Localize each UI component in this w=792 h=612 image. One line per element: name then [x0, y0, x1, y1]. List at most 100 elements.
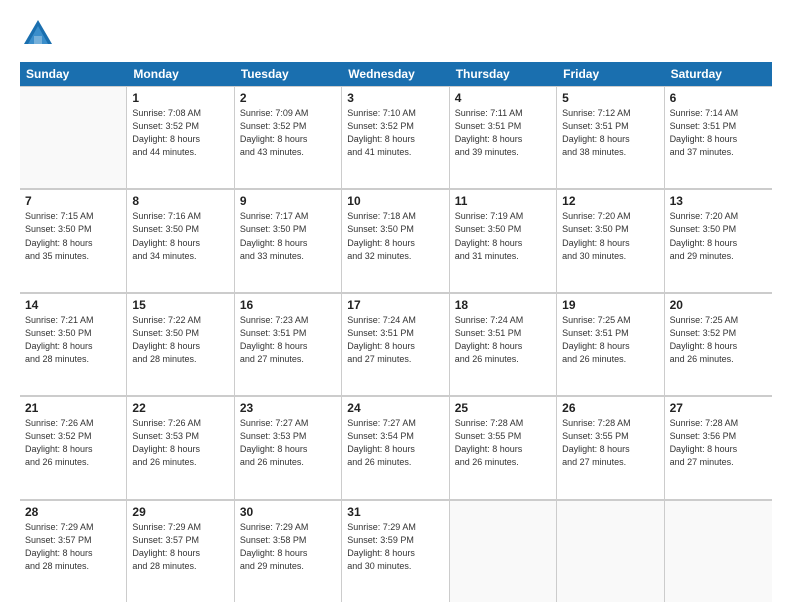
calendar-cell: 29 Sunrise: 7:29 AMSunset: 3:57 PMDayligh… — [127, 500, 234, 602]
day-number: 18 — [455, 298, 551, 312]
calendar-cell: 21 Sunrise: 7:26 AMSunset: 3:52 PMDayligh… — [20, 396, 127, 498]
day-number: 7 — [25, 194, 121, 208]
calendar-cell: 18 Sunrise: 7:24 AMSunset: 3:51 PMDayligh… — [450, 293, 557, 395]
calendar: SundayMondayTuesdayWednesdayThursdayFrid… — [20, 62, 772, 602]
day-content: Sunrise: 7:21 AMSunset: 3:50 PMDaylight:… — [25, 314, 121, 366]
day-number: 27 — [670, 401, 767, 415]
day-content: Sunrise: 7:16 AMSunset: 3:50 PMDaylight:… — [132, 210, 228, 262]
day-content: Sunrise: 7:23 AMSunset: 3:51 PMDaylight:… — [240, 314, 336, 366]
day-content: Sunrise: 7:28 AMSunset: 3:56 PMDaylight:… — [670, 417, 767, 469]
header-day-tuesday: Tuesday — [235, 62, 342, 86]
day-content: Sunrise: 7:25 AMSunset: 3:51 PMDaylight:… — [562, 314, 658, 366]
day-number: 11 — [455, 194, 551, 208]
day-content: Sunrise: 7:22 AMSunset: 3:50 PMDaylight:… — [132, 314, 228, 366]
day-content: Sunrise: 7:17 AMSunset: 3:50 PMDaylight:… — [240, 210, 336, 262]
day-content: Sunrise: 7:27 AMSunset: 3:54 PMDaylight:… — [347, 417, 443, 469]
day-number: 10 — [347, 194, 443, 208]
calendar-cell: 13 Sunrise: 7:20 AMSunset: 3:50 PMDayligh… — [665, 189, 772, 291]
day-number: 8 — [132, 194, 228, 208]
day-number: 2 — [240, 91, 336, 105]
day-number: 3 — [347, 91, 443, 105]
day-number: 22 — [132, 401, 228, 415]
header-day-thursday: Thursday — [450, 62, 557, 86]
header-day-sunday: Sunday — [20, 62, 127, 86]
calendar-cell: 7 Sunrise: 7:15 AMSunset: 3:50 PMDaylight… — [20, 189, 127, 291]
calendar-header: SundayMondayTuesdayWednesdayThursdayFrid… — [20, 62, 772, 86]
day-number: 20 — [670, 298, 767, 312]
calendar-cell: 12 Sunrise: 7:20 AMSunset: 3:50 PMDayligh… — [557, 189, 664, 291]
day-content: Sunrise: 7:26 AMSunset: 3:52 PMDaylight:… — [25, 417, 121, 469]
day-number: 14 — [25, 298, 121, 312]
calendar-row-4: 28Sunrise: 7:29 AMSunset: 3:57 PMDayligh… — [20, 500, 772, 602]
calendar-cell: 1Sunrise: 7:08 AMSunset: 3:52 PMDaylight… — [127, 86, 234, 188]
day-content: Sunrise: 7:20 AMSunset: 3:50 PMDaylight:… — [562, 210, 658, 262]
day-number: 15 — [132, 298, 228, 312]
calendar-cell: 10Sunrise: 7:18 AMSunset: 3:50 PMDayligh… — [342, 189, 449, 291]
calendar-cell: 9 Sunrise: 7:17 AMSunset: 3:50 PMDaylight… — [235, 189, 342, 291]
day-content: Sunrise: 7:28 AMSunset: 3:55 PMDaylight:… — [455, 417, 551, 469]
calendar-body: 1Sunrise: 7:08 AMSunset: 3:52 PMDaylight… — [20, 86, 772, 602]
day-content: Sunrise: 7:29 AMSunset: 3:57 PMDaylight:… — [132, 521, 228, 573]
header-day-saturday: Saturday — [665, 62, 772, 86]
day-number: 4 — [455, 91, 551, 105]
calendar-cell: 23Sunrise: 7:27 AMSunset: 3:53 PMDayligh… — [235, 396, 342, 498]
calendar-cell: 30 Sunrise: 7:29 AMSunset: 3:58 PMDayligh… — [235, 500, 342, 602]
calendar-row-2: 14 Sunrise: 7:21 AMSunset: 3:50 PMDayligh… — [20, 293, 772, 396]
calendar-cell: 11Sunrise: 7:19 AMSunset: 3:50 PMDayligh… — [450, 189, 557, 291]
calendar-cell: 4 Sunrise: 7:11 AMSunset: 3:51 PMDaylight… — [450, 86, 557, 188]
calendar-cell: 22Sunrise: 7:26 AMSunset: 3:53 PMDayligh… — [127, 396, 234, 498]
day-number: 13 — [670, 194, 767, 208]
header-day-monday: Monday — [127, 62, 234, 86]
calendar-cell: 16Sunrise: 7:23 AMSunset: 3:51 PMDayligh… — [235, 293, 342, 395]
day-number: 24 — [347, 401, 443, 415]
page: SundayMondayTuesdayWednesdayThursdayFrid… — [0, 0, 792, 612]
day-number: 19 — [562, 298, 658, 312]
day-number: 5 — [562, 91, 658, 105]
calendar-cell: 19 Sunrise: 7:25 AMSunset: 3:51 PMDayligh… — [557, 293, 664, 395]
day-content: Sunrise: 7:29 AMSunset: 3:57 PMDaylight:… — [25, 521, 121, 573]
calendar-row-0: 1Sunrise: 7:08 AMSunset: 3:52 PMDaylight… — [20, 86, 772, 189]
day-content: Sunrise: 7:24 AMSunset: 3:51 PMDaylight:… — [455, 314, 551, 366]
day-content: Sunrise: 7:14 AMSunset: 3:51 PMDaylight:… — [670, 107, 767, 159]
day-number: 21 — [25, 401, 121, 415]
calendar-cell: 27 Sunrise: 7:28 AMSunset: 3:56 PMDayligh… — [665, 396, 772, 498]
day-content: Sunrise: 7:09 AMSunset: 3:52 PMDaylight:… — [240, 107, 336, 159]
calendar-cell: 20Sunrise: 7:25 AMSunset: 3:52 PMDayligh… — [665, 293, 772, 395]
logo-icon — [20, 16, 56, 52]
calendar-cell: 3 Sunrise: 7:10 AMSunset: 3:52 PMDaylight… — [342, 86, 449, 188]
calendar-cell: 14 Sunrise: 7:21 AMSunset: 3:50 PMDayligh… — [20, 293, 127, 395]
calendar-row-3: 21 Sunrise: 7:26 AMSunset: 3:52 PMDayligh… — [20, 396, 772, 499]
day-content: Sunrise: 7:11 AMSunset: 3:51 PMDaylight:… — [455, 107, 551, 159]
header-day-friday: Friday — [557, 62, 664, 86]
day-content: Sunrise: 7:15 AMSunset: 3:50 PMDaylight:… — [25, 210, 121, 262]
calendar-cell: 17 Sunrise: 7:24 AMSunset: 3:51 PMDayligh… — [342, 293, 449, 395]
day-number: 23 — [240, 401, 336, 415]
day-number: 1 — [132, 91, 228, 105]
day-number: 12 — [562, 194, 658, 208]
calendar-row-1: 7 Sunrise: 7:15 AMSunset: 3:50 PMDaylight… — [20, 189, 772, 292]
day-content: Sunrise: 7:29 AMSunset: 3:59 PMDaylight:… — [347, 521, 443, 573]
calendar-cell: 8 Sunrise: 7:16 AMSunset: 3:50 PMDaylight… — [127, 189, 234, 291]
day-content: Sunrise: 7:28 AMSunset: 3:55 PMDaylight:… — [562, 417, 658, 469]
day-number: 17 — [347, 298, 443, 312]
day-content: Sunrise: 7:20 AMSunset: 3:50 PMDaylight:… — [670, 210, 767, 262]
calendar-cell: 28Sunrise: 7:29 AMSunset: 3:57 PMDayligh… — [20, 500, 127, 602]
logo — [20, 16, 60, 52]
calendar-cell: 26 Sunrise: 7:28 AMSunset: 3:55 PMDayligh… — [557, 396, 664, 498]
calendar-cell: 5 Sunrise: 7:12 AMSunset: 3:51 PMDaylight… — [557, 86, 664, 188]
calendar-cell: 31 Sunrise: 7:29 AMSunset: 3:59 PMDayligh… — [342, 500, 449, 602]
day-number: 26 — [562, 401, 658, 415]
day-number: 9 — [240, 194, 336, 208]
day-content: Sunrise: 7:10 AMSunset: 3:52 PMDaylight:… — [347, 107, 443, 159]
calendar-cell: 2 Sunrise: 7:09 AMSunset: 3:52 PMDaylight… — [235, 86, 342, 188]
calendar-cell: 15 Sunrise: 7:22 AMSunset: 3:50 PMDayligh… — [127, 293, 234, 395]
day-content: Sunrise: 7:12 AMSunset: 3:51 PMDaylight:… — [562, 107, 658, 159]
calendar-cell: 25 Sunrise: 7:28 AMSunset: 3:55 PMDayligh… — [450, 396, 557, 498]
day-number: 25 — [455, 401, 551, 415]
day-number: 30 — [240, 505, 336, 519]
day-number: 29 — [132, 505, 228, 519]
day-content: Sunrise: 7:24 AMSunset: 3:51 PMDaylight:… — [347, 314, 443, 366]
header-day-wednesday: Wednesday — [342, 62, 449, 86]
day-number: 31 — [347, 505, 443, 519]
day-content: Sunrise: 7:29 AMSunset: 3:58 PMDaylight:… — [240, 521, 336, 573]
